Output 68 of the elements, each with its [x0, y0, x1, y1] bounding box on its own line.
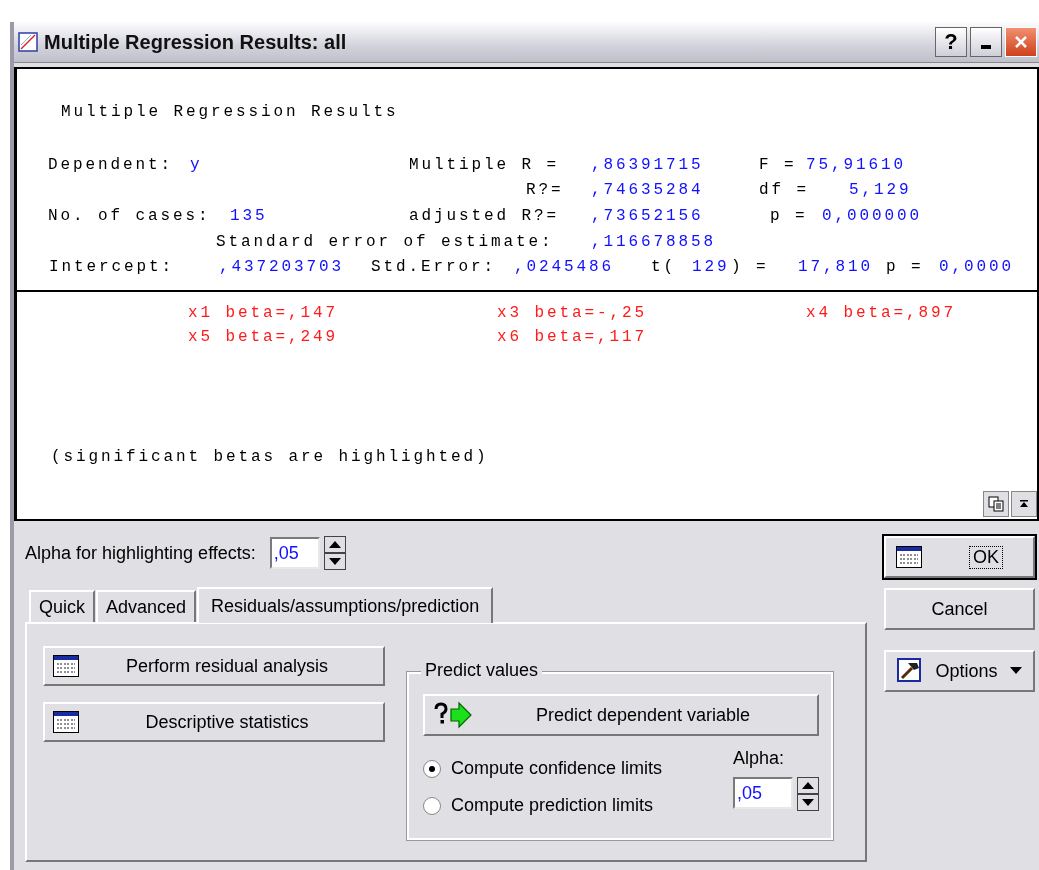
result-value: 17,810: [798, 258, 874, 277]
result-value: 135: [230, 207, 269, 225]
alpha-label: Alpha for highlighting effects:: [25, 542, 256, 564]
result-label: adjusted R?=: [409, 207, 561, 225]
minimize-icon: [981, 45, 991, 49]
action-button[interactable]: Descriptive statistics: [43, 702, 385, 742]
result-value: y: [190, 155, 204, 174]
chart-icon: [18, 32, 38, 52]
beta-text: x6 beta=,117: [497, 327, 649, 346]
result-label: t(: [651, 258, 677, 277]
result-value: 0,0000: [939, 258, 1014, 277]
table-icon: [53, 711, 79, 733]
tab[interactable]: Residuals/assumptions/prediction: [197, 587, 494, 623]
spin-buttons[interactable]: [323, 536, 346, 570]
collapse-button[interactable]: [1011, 491, 1037, 517]
result-label: df =: [759, 181, 810, 200]
table-icon: [896, 546, 922, 568]
close-icon: [1013, 34, 1029, 50]
beta-text: x1 beta=,147: [188, 303, 340, 322]
copy-icon: [988, 496, 1004, 512]
result-label: F =: [759, 155, 798, 174]
collapse-up-icon: [1018, 498, 1030, 510]
result-value: ,74635284: [591, 181, 705, 200]
caret-icon: [1009, 667, 1022, 675]
alpha-label: Alpha:: [733, 748, 786, 769]
result-label: Standard error of estimate:: [216, 232, 555, 251]
result-label: Intercept:: [49, 258, 175, 277]
result-label: No. of cases:: [48, 207, 212, 225]
alpha-spin-field[interactable]: ,05: [269, 537, 320, 569]
result-label: p =: [886, 258, 925, 277]
help-button[interactable]: ?: [935, 27, 967, 57]
minimize-button[interactable]: [970, 27, 1002, 57]
footnote-text: (significant betas are highlighted): [51, 447, 490, 466]
action-button[interactable]: Perform residual analysis: [43, 646, 385, 686]
beta-text: x4 beta=,897: [806, 303, 958, 322]
result-value: 0,000000: [822, 207, 922, 225]
result-value: ,0245486: [514, 258, 615, 277]
tab[interactable]: Advanced: [96, 590, 197, 622]
result-value: 129: [692, 258, 731, 277]
result-label: ) =: [731, 258, 770, 277]
radio-option[interactable]: Compute confidence limits: [423, 758, 663, 779]
radio-option[interactable]: Compute prediction limits: [423, 795, 663, 816]
close-button[interactable]: [1005, 27, 1037, 57]
result-value: ,437203703: [219, 258, 345, 277]
predict-button[interactable]: Predict dependent variable: [423, 694, 819, 736]
window-title: Multiple Regression Results: all: [44, 30, 348, 54]
spin-buttons[interactable]: [797, 777, 819, 811]
result-value: 75,91610: [806, 155, 906, 174]
result-value: 5,129: [849, 181, 912, 200]
menu-button[interactable]: Options: [884, 650, 1035, 692]
result-label: Dependent:: [48, 155, 174, 174]
hammer-icon: [897, 658, 924, 684]
result-value: ,116678858: [591, 232, 716, 251]
results-heading: Multiple Regression Results: [61, 103, 400, 121]
result-label: Multiple R =: [409, 155, 561, 174]
dialog-button[interactable]: Cancel: [884, 588, 1035, 630]
dialog-button[interactable]: OK: [884, 536, 1035, 578]
tab[interactable]: Quick: [29, 590, 95, 622]
table-icon: [53, 655, 79, 677]
beta-text: x3 beta=-,25: [497, 303, 649, 322]
beta-text: x5 beta=,249: [188, 327, 340, 346]
result-label: R?=: [526, 181, 565, 200]
result-value: ,73652156: [591, 207, 705, 225]
result-value: ,86391715: [591, 155, 705, 174]
alpha-spin-field[interactable]: ,05: [733, 777, 793, 809]
result-label: Std.Error:: [371, 258, 497, 277]
result-label: p =: [770, 207, 809, 225]
copy-button[interactable]: [983, 491, 1009, 517]
